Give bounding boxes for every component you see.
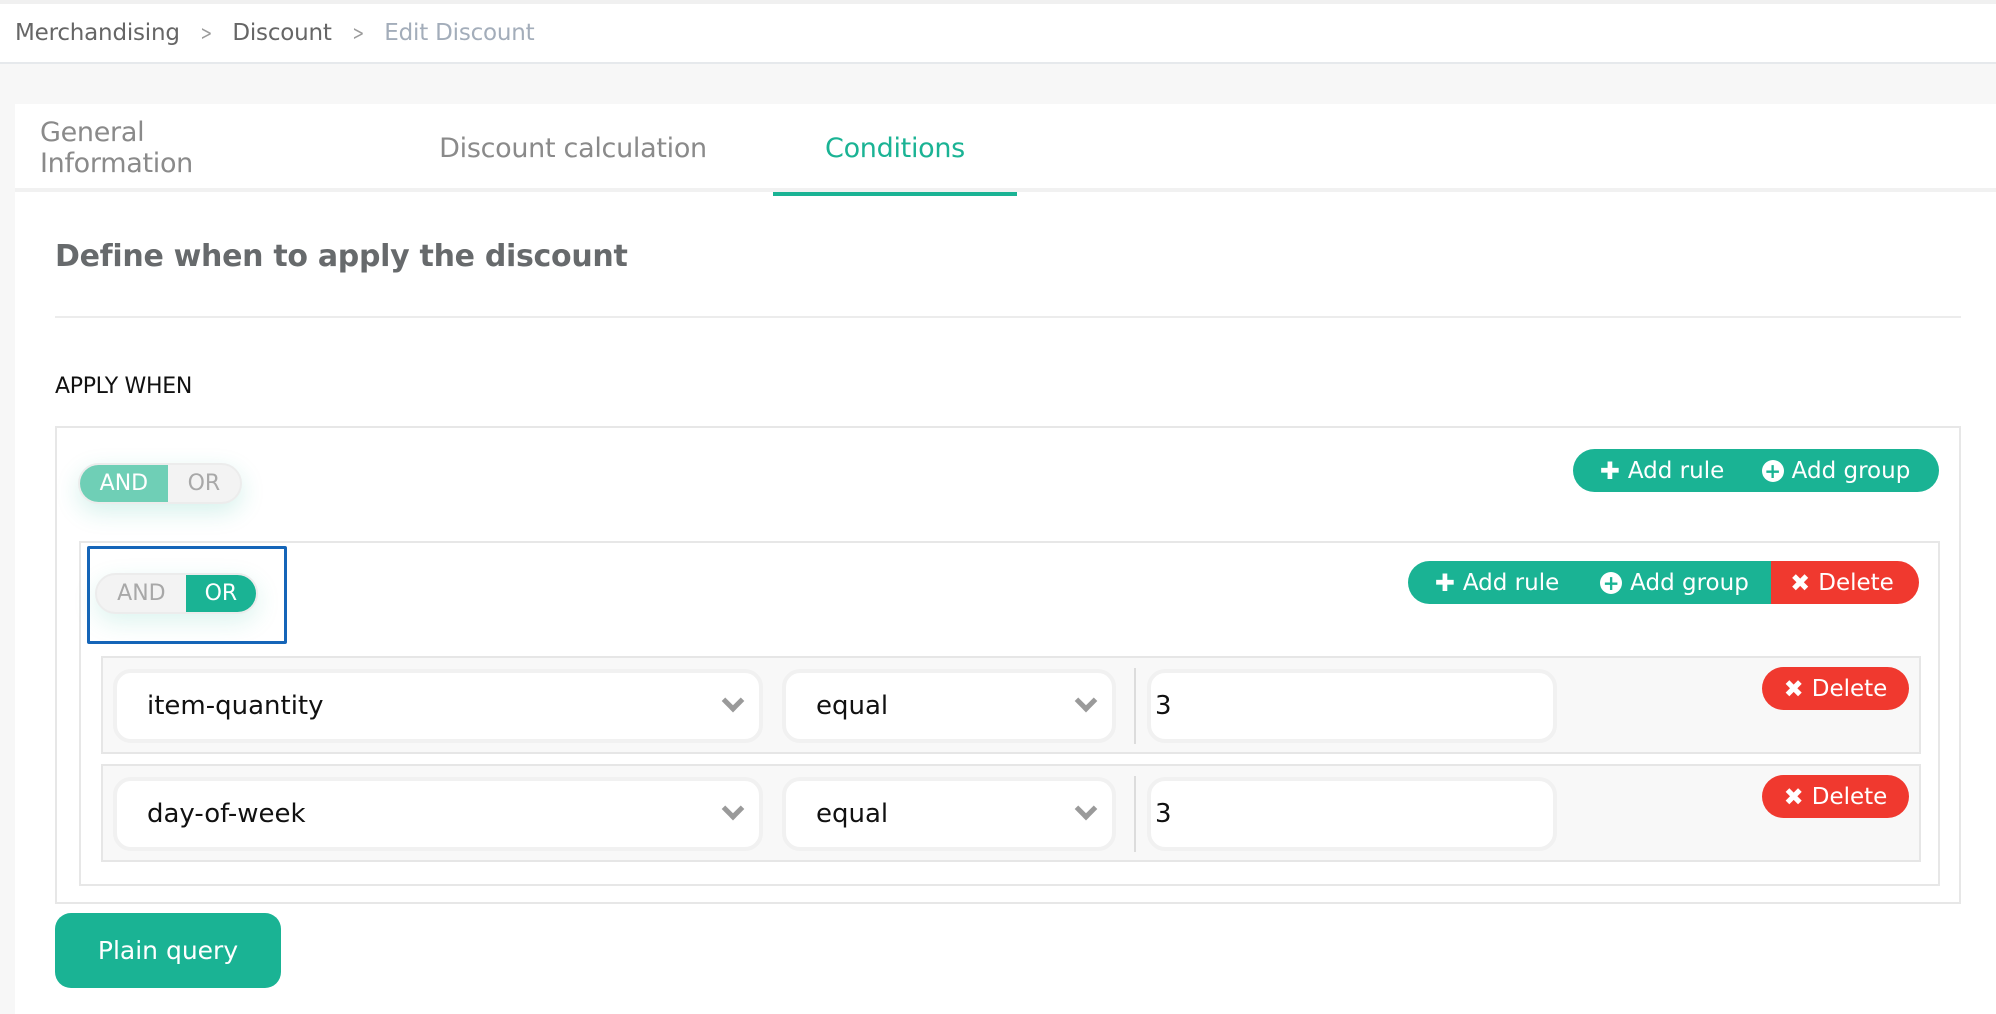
delete-rule-button[interactable]: ✖ Delete — [1762, 667, 1909, 710]
rule-row: item-quantity equal ✖ Delete — [101, 656, 1921, 754]
add-rule-button[interactable]: ✚ Add rule — [1408, 561, 1578, 604]
operator-select[interactable]: equal — [782, 669, 1116, 743]
breadcrumb: Merchandising > Discount > Edit Discount — [15, 4, 535, 62]
add-group-button[interactable]: + Add group — [1743, 449, 1939, 492]
plus-circle-icon: + — [1600, 571, 1623, 594]
content-card: General Information Discount calculation… — [15, 104, 1996, 1014]
plain-query-button[interactable]: Plain query — [55, 913, 281, 988]
chevron-down-icon — [721, 689, 745, 713]
breadcrumb-current: Edit Discount — [384, 20, 535, 46]
add-group-label: Add group — [1630, 569, 1749, 596]
field-select-value: day-of-week — [147, 799, 306, 829]
plus-icon: ✚ — [1599, 456, 1620, 485]
delete-rule-button[interactable]: ✖ Delete — [1762, 775, 1909, 818]
combinator-and-button[interactable]: AND — [97, 575, 186, 612]
breadcrumb-discount[interactable]: Discount — [232, 20, 332, 46]
combinator-and-button[interactable]: AND — [80, 465, 168, 502]
tab-discount-calculation[interactable]: Discount calculation — [428, 104, 718, 192]
page-header: Merchandising > Discount > Edit Discount — [0, 4, 1996, 64]
query-group-root: AND OR ✚ Add rule + Add group AND OR ✚ A… — [55, 426, 1961, 904]
operator-select-value: equal — [816, 691, 889, 721]
delete-group-button[interactable]: ✖ Delete — [1771, 561, 1919, 604]
field-select[interactable]: item-quantity — [113, 669, 763, 743]
section-divider — [55, 316, 1961, 318]
chevron-down-icon — [1074, 689, 1098, 713]
rule-divider — [1134, 668, 1136, 744]
combinator-toggle-root[interactable]: AND OR — [78, 463, 242, 504]
tab-general-information[interactable]: General Information — [40, 104, 305, 192]
rule-divider — [1134, 776, 1136, 852]
combinator-or-button[interactable]: OR — [185, 575, 256, 612]
value-input[interactable] — [1147, 669, 1557, 743]
tab-bar: General Information Discount calculation… — [15, 104, 1996, 196]
combinator-or-button[interactable]: OR — [168, 465, 240, 502]
add-rule-label: Add rule — [1627, 457, 1725, 484]
tab-conditions[interactable]: Conditions — [773, 104, 1017, 196]
delete-rule-label: Delete — [1811, 783, 1888, 810]
add-rule-label: Add rule — [1462, 569, 1560, 596]
query-group-nested: AND OR ✚ Add rule + Add group ✖ Delete i… — [79, 541, 1940, 886]
add-group-label: Add group — [1791, 457, 1911, 484]
rule-row: day-of-week equal ✖ Delete — [101, 764, 1921, 862]
close-icon: ✖ — [1783, 674, 1804, 703]
section-title: Define when to apply the discount — [55, 239, 628, 274]
operator-select[interactable]: equal — [782, 777, 1116, 851]
chevron-down-icon — [721, 797, 745, 821]
combinator-toggle-nested[interactable]: AND OR — [95, 573, 258, 614]
delete-group-label: Delete — [1818, 569, 1894, 596]
field-select-value: item-quantity — [147, 691, 324, 721]
plus-circle-icon: + — [1761, 459, 1784, 482]
breadcrumb-merchandising[interactable]: Merchandising — [15, 20, 180, 46]
operator-select-value: equal — [816, 799, 889, 829]
plus-icon: ✚ — [1434, 568, 1455, 597]
value-input[interactable] — [1147, 777, 1557, 851]
add-rule-button[interactable]: ✚ Add rule — [1573, 449, 1743, 492]
close-icon: ✖ — [1790, 568, 1811, 597]
delete-rule-label: Delete — [1811, 675, 1888, 702]
close-icon: ✖ — [1783, 782, 1804, 811]
apply-when-label: APPLY WHEN — [55, 374, 193, 399]
chevron-right-icon: > — [352, 21, 364, 45]
chevron-right-icon: > — [200, 21, 212, 45]
add-group-button[interactable]: + Add group — [1578, 561, 1771, 604]
root-group-actions: ✚ Add rule + Add group — [1573, 449, 1939, 492]
field-select[interactable]: day-of-week — [113, 777, 763, 851]
nested-group-actions: ✚ Add rule + Add group ✖ Delete — [1408, 561, 1919, 604]
chevron-down-icon — [1074, 797, 1098, 821]
